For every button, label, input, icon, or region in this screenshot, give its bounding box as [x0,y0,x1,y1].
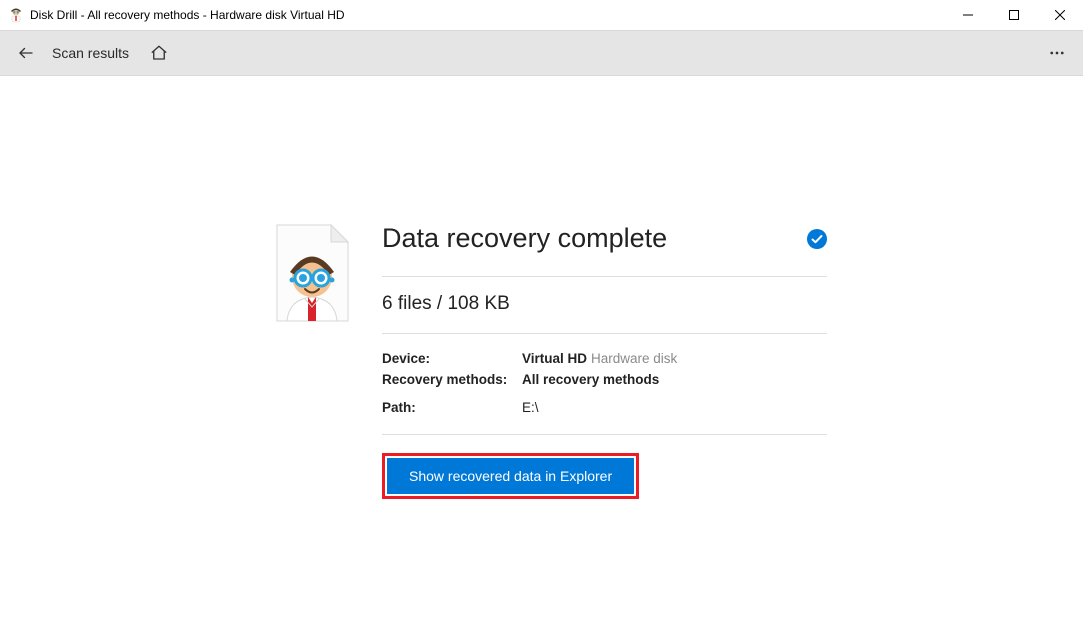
detail-label: Device: [382,351,522,366]
result-illustration [275,223,350,323]
window-title: Disk Drill - All recovery methods - Hard… [30,8,945,22]
details-section: Device: Virtual HDHardware disk Recovery… [382,334,827,435]
success-check-icon [807,229,827,249]
more-button[interactable] [1045,41,1069,65]
titlebar: Disk Drill - All recovery methods - Hard… [0,0,1083,30]
breadcrumb: Scan results [52,45,129,61]
file-count-summary: 6 files / 108 KB [382,277,827,334]
maximize-button[interactable] [991,0,1037,30]
minimize-button[interactable] [945,0,991,30]
detail-row-device: Device: Virtual HDHardware disk [382,348,827,369]
detail-row-methods: Recovery methods: All recovery methods [382,369,827,390]
back-button[interactable] [14,41,38,65]
page-title: Data recovery complete [382,223,667,254]
toolbar: Scan results [0,30,1083,76]
highlight-box: Show recovered data in Explorer [382,453,639,499]
close-button[interactable] [1037,0,1083,30]
action-row: Show recovered data in Explorer [382,435,827,499]
detail-value: E:\ [522,400,539,415]
detail-row-path: Path: E:\ [382,390,827,418]
detail-value: Virtual HDHardware disk [522,351,677,366]
result-panel: Data recovery complete 6 files / 108 KB … [382,223,827,499]
detail-label: Path: [382,400,522,415]
window-controls [945,0,1083,30]
detail-value: All recovery methods [522,372,659,387]
show-in-explorer-button[interactable]: Show recovered data in Explorer [387,458,634,494]
content-area: Data recovery complete 6 files / 108 KB … [0,76,1083,499]
app-icon [8,7,24,23]
detail-label: Recovery methods: [382,372,522,387]
home-button[interactable] [147,41,171,65]
